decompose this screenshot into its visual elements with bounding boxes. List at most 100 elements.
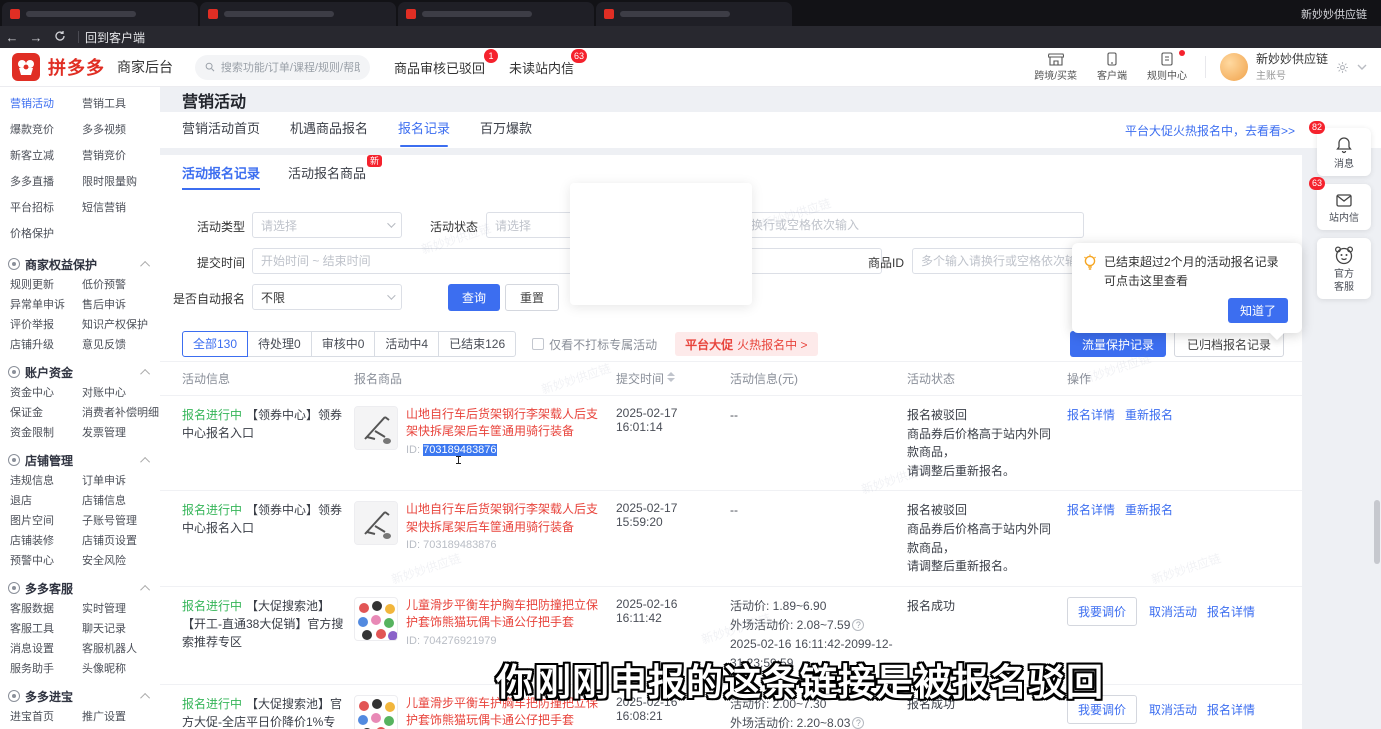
sidebar-item[interactable]: 资金限制 xyxy=(10,422,82,442)
sidebar-item[interactable]: 售后申诉 xyxy=(82,294,160,314)
chip-active[interactable]: 活动中4 xyxy=(374,331,439,357)
sidebar-item[interactable]: 多多视频 xyxy=(82,116,160,142)
browser-tab[interactable] xyxy=(596,2,792,26)
sidebar-item[interactable]: 低价预警 xyxy=(82,274,160,294)
sidebar-item[interactable]: 新客立减 xyxy=(10,142,82,168)
chip-all[interactable]: 全部130 xyxy=(182,331,248,357)
sidebar-item[interactable]: 营销工具 xyxy=(82,90,160,116)
sidebar-item[interactable]: 订单申诉 xyxy=(82,470,160,490)
sidebar-item[interactable]: 进宝首页 xyxy=(10,706,82,726)
detail-link[interactable]: 报名详情 xyxy=(1207,703,1255,717)
chip-reviewing[interactable]: 审核中0 xyxy=(311,331,376,357)
sidebar-header-jinbao[interactable]: 多多进宝 xyxy=(8,686,160,706)
tab-records[interactable]: 报名记录 xyxy=(398,112,450,148)
client-app-entry[interactable]: 客户端 xyxy=(1097,52,1127,82)
messages-button[interactable]: 82 消息 xyxy=(1317,128,1371,176)
cancel-activity-link[interactable]: 取消活动 xyxy=(1149,605,1197,619)
subtab-activity-records[interactable]: 活动报名记录 xyxy=(182,163,260,190)
product-id[interactable]: ID: 704276921979 xyxy=(406,634,608,650)
sidebar-item[interactable]: 营销活动 xyxy=(10,90,82,116)
pinduoduo-logo-icon[interactable] xyxy=(12,53,40,81)
browser-tab[interactable] xyxy=(398,2,594,26)
forward-icon[interactable]: → xyxy=(24,30,48,45)
adjust-price-button[interactable]: 我要调价 xyxy=(1067,597,1137,626)
sidebar-item[interactable]: 多多直播 xyxy=(10,168,82,194)
sidebar-item[interactable]: 规则更新 xyxy=(10,274,82,294)
filter-type-select[interactable]: 请选择 xyxy=(252,212,402,238)
sidebar-item[interactable]: 预警中心 xyxy=(10,550,82,570)
sidebar-item[interactable]: 实时管理 xyxy=(82,598,160,618)
sidebar-item[interactable]: 聊天记录 xyxy=(82,618,160,638)
detail-link[interactable]: 报名详情 xyxy=(1067,408,1115,422)
chevron-down-icon[interactable] xyxy=(1357,64,1367,71)
tab-activity-home[interactable]: 营销活动首页 xyxy=(182,112,260,148)
sidebar-header-funds[interactable]: 账户资金 xyxy=(8,362,160,382)
sortable-column[interactable]: 提交时间 xyxy=(616,362,730,395)
audit-rejected-link[interactable]: 商品审核已驳回 1 xyxy=(394,58,485,77)
sidebar-item[interactable]: 客服数据 xyxy=(10,598,82,618)
got-it-button[interactable]: 知道了 xyxy=(1228,298,1288,323)
flow-protection-button[interactable]: 流量保护记录 xyxy=(1070,331,1166,357)
question-circle-icon[interactable]: ? xyxy=(852,619,864,631)
auto-signup-select[interactable]: 不限 xyxy=(252,284,402,310)
sidebar-item[interactable]: 违规信息 xyxy=(10,470,82,490)
sidebar-item[interactable]: 图片空间 xyxy=(10,510,82,530)
resubmit-link[interactable]: 重新报名 xyxy=(1125,503,1173,517)
sidebar-item[interactable]: 子账号管理 xyxy=(82,510,160,530)
sidebar-item[interactable]: 营销竞价 xyxy=(82,142,160,168)
sidebar-item[interactable]: 消费者补偿明细 xyxy=(82,402,160,422)
back-icon[interactable]: ← xyxy=(0,30,24,45)
sidebar-item[interactable]: 消息设置 xyxy=(10,638,82,658)
browser-tab[interactable] xyxy=(2,2,198,26)
sidebar-item[interactable]: 资金中心 xyxy=(10,382,82,402)
sidebar-item[interactable]: 限时限量购 xyxy=(82,168,160,194)
sidebar-item[interactable]: 客服工具 xyxy=(10,618,82,638)
sidebar-item[interactable]: 评价举报 xyxy=(10,314,82,334)
detail-link[interactable]: 报名详情 xyxy=(1067,503,1115,517)
rule-center-entry[interactable]: 规则中心 xyxy=(1147,52,1187,82)
sidebar-item[interactable]: 头像昵称 xyxy=(82,658,160,678)
sidebar-header-shop[interactable]: 店铺管理 xyxy=(8,450,160,470)
refresh-icon[interactable] xyxy=(48,30,72,45)
sidebar-item[interactable]: 发票管理 xyxy=(82,422,160,442)
scrollbar-thumb[interactable] xyxy=(1374,500,1380,564)
promo-link[interactable]: 平台大促火热报名中，去看看>> xyxy=(1125,122,1295,139)
sidebar-item[interactable]: 意见反馈 xyxy=(82,334,160,354)
sidebar-item[interactable]: 爆款竞价 xyxy=(10,116,82,142)
sidebar-item[interactable]: 对账中心 xyxy=(82,382,160,402)
sidebar-item[interactable]: 平台招标 xyxy=(10,194,82,220)
sidebar-header-service[interactable]: 多多客服 xyxy=(8,578,160,598)
resubmit-link[interactable]: 重新报名 xyxy=(1125,408,1173,422)
product-id[interactable]: ID: 703189483876 xyxy=(406,538,608,554)
submit-time-range-input[interactable] xyxy=(252,248,582,274)
sidebar-item[interactable]: 价格保护 xyxy=(10,220,82,246)
question-circle-icon[interactable]: ? xyxy=(852,717,864,729)
sidebar-item[interactable]: 知识产权保护 xyxy=(82,314,160,334)
sidebar-item[interactable]: 店铺页设置 xyxy=(82,530,160,550)
sidebar-item[interactable]: 店铺装修 xyxy=(10,530,82,550)
detail-link[interactable]: 报名详情 xyxy=(1207,605,1255,619)
search-input[interactable]: 搜索功能/订单/课程/规则/帮助/服务 xyxy=(195,55,370,80)
account-menu[interactable]: 新妙妙供应链 主账号 xyxy=(1220,52,1367,83)
goods-id-input[interactable] xyxy=(912,248,1090,274)
sidebar-item[interactable]: 店铺升级 xyxy=(10,334,82,354)
crossborder-entry[interactable]: 跨境/买菜 xyxy=(1034,52,1077,82)
sidebar-item[interactable]: 异常单申诉 xyxy=(10,294,82,314)
tab-million[interactable]: 百万爆款 xyxy=(480,112,532,148)
promo-pill[interactable]: 平台大促火热报名中 > xyxy=(675,332,817,356)
sidebar-item[interactable]: 店铺信息 xyxy=(82,490,160,510)
unread-mail-link[interactable]: 未读站内信 63 xyxy=(509,58,574,77)
browser-tab[interactable] xyxy=(200,2,396,26)
sidebar-item[interactable]: 安全风险 xyxy=(82,550,160,570)
site-mail-button[interactable]: 63 站内信 xyxy=(1317,184,1371,230)
sidebar-item[interactable]: 短信营销 xyxy=(82,194,160,220)
official-service-button[interactable]: 官方客服 xyxy=(1317,238,1371,299)
sidebar-item[interactable]: 推广设置 xyxy=(82,706,160,726)
tab-opportunity[interactable]: 机遇商品报名 xyxy=(290,112,368,148)
subtab-activity-goods[interactable]: 活动报名商品 新 xyxy=(288,163,366,190)
sidebar-item[interactable]: 退店 xyxy=(10,490,82,510)
back-to-client-link[interactable]: 回到客户端 xyxy=(85,29,145,46)
gear-icon[interactable] xyxy=(1336,61,1349,74)
exclusive-filter-checkbox[interactable]: 仅看不打标专属活动 xyxy=(532,336,657,353)
sidebar-item[interactable]: 服务助手 xyxy=(10,658,82,678)
